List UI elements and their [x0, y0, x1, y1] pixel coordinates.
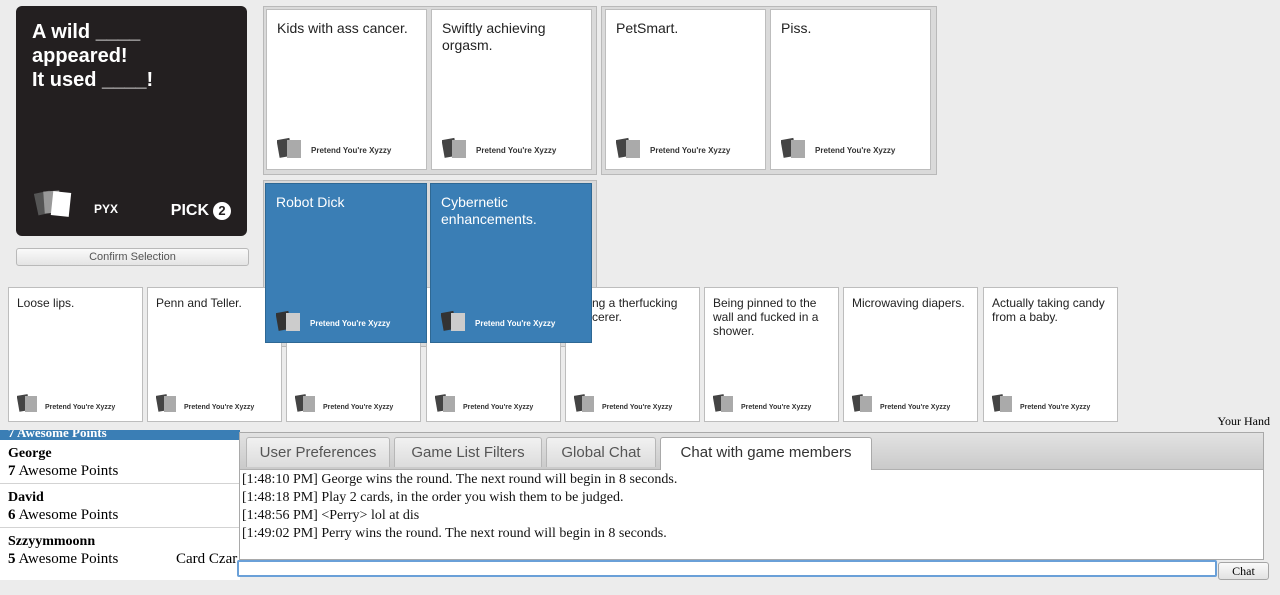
chat-send-button[interactable]: Chat — [1218, 562, 1269, 580]
card-brand: Pretend You're Xyzzy — [463, 404, 534, 411]
black-card: A wild ____ appeared! It used ____! PYX … — [16, 6, 247, 236]
player-status: Card Czar — [176, 551, 238, 567]
card-text: Penn and Teller. — [156, 296, 242, 310]
card-stack-icon — [442, 137, 466, 158]
card-text: ng a therfucking cerer. — [592, 296, 678, 324]
card-stack-icon — [441, 310, 465, 331]
points-label: Awesome Points — [18, 507, 119, 523]
black-card-line-2: It used ____! — [32, 69, 154, 91]
points-label: Awesome Points — [18, 463, 119, 479]
player-row: George 7 Awesome Points — [0, 440, 240, 484]
card-brand: Pretend You're Xyzzy — [880, 404, 951, 411]
card-brand: Pretend You're Xyzzy — [1020, 404, 1091, 411]
hand-card[interactable]: Penn and Teller. Pretend You're Xyzzy — [147, 287, 282, 422]
points-label: Awesome Points — [18, 551, 119, 567]
played-card[interactable]: Piss. Pretend You're Xyzzy — [770, 9, 931, 170]
tab-user-preferences[interactable]: User Preferences — [246, 437, 390, 467]
hand-card[interactable]: Loose lips. Pretend You're Xyzzy — [8, 287, 143, 422]
card-stack-icon — [992, 394, 1012, 412]
points-value: 6 — [8, 507, 16, 523]
card-stack-icon — [435, 394, 455, 412]
player-points: 6 Awesome Points — [8, 507, 118, 524]
played-card[interactable]: Kids with ass cancer. Pretend You're Xyz… — [266, 9, 427, 170]
player-name: David — [8, 490, 44, 505]
card-brand: Pretend You're Xyzzy — [650, 146, 731, 155]
card-text: Cybernetic enhancements. — [441, 194, 537, 227]
scoreboard-highlight-row: 7 Awesome Points — [0, 430, 240, 440]
your-hand-label: Your Hand — [1217, 414, 1270, 428]
selected-card[interactable]: Robot Dick Pretend You're Xyzzy — [265, 183, 427, 343]
card-text: Being pinned to the wall and fucked in a… — [713, 296, 819, 338]
confirm-selection-button[interactable]: Confirm Selection — [16, 248, 249, 266]
card-stack-icon — [295, 394, 315, 412]
card-stack-icon — [713, 394, 733, 412]
selected-card[interactable]: Cybernetic enhancements. Pretend You're … — [430, 183, 592, 343]
card-brand: Pretend You're Xyzzy — [741, 404, 812, 411]
card-text: Actually taking candy from a baby. — [992, 296, 1105, 324]
chat-log: [1:48:10 PM] George wins the round. The … — [242, 471, 1259, 543]
card-stack-icon — [616, 137, 640, 158]
card-text: Loose lips. — [17, 296, 75, 310]
played-card[interactable]: Swiftly achieving orgasm. Pretend You're… — [431, 9, 592, 170]
player-points: 5 Awesome Points — [8, 551, 118, 568]
pyx-logo-text: PYX — [94, 202, 119, 216]
chat-message: [1:48:10 PM] George wins the round. The … — [242, 472, 678, 487]
card-text: Piss. — [781, 20, 812, 36]
played-card[interactable]: PetSmart. Pretend You're Xyzzy — [605, 9, 766, 170]
player-row: David 6 Awesome Points — [0, 484, 240, 528]
card-brand: Pretend You're Xyzzy — [310, 319, 391, 328]
scoreboard: 7 Awesome Points George 7 Awesome Points… — [0, 430, 240, 580]
card-brand: Pretend You're Xyzzy — [476, 146, 557, 155]
player-name: George — [8, 446, 52, 461]
card-text: Robot Dick — [276, 194, 345, 210]
chat-message: [1:48:18 PM] Play 2 cards, in the order … — [242, 490, 624, 505]
tab-game-list-filters[interactable]: Game List Filters — [394, 437, 542, 467]
black-card-line-1: A wild ____ appeared! — [32, 21, 141, 67]
card-stack-icon — [574, 394, 594, 412]
hand-card[interactable]: Actually taking candy from a baby. Prete… — [983, 287, 1118, 422]
tab-chat-with-game-members[interactable]: Chat with game members — [660, 437, 872, 470]
tab-global-chat[interactable]: Global Chat — [546, 437, 656, 467]
hand-card[interactable]: Being pinned to the wall and fucked in a… — [704, 287, 839, 422]
points-value: 7 — [8, 463, 16, 479]
tab-panel: User Preferences Game List Filters Globa… — [239, 432, 1264, 560]
black-card-text: A wild ____ appeared! It used ____! — [32, 20, 237, 92]
tab-bar: User Preferences Game List Filters Globa… — [240, 433, 1263, 470]
card-stack-icon — [276, 310, 300, 331]
pick-label: PICK — [170, 202, 209, 219]
card-text: Microwaving diapers. — [852, 296, 965, 310]
card-text: Kids with ass cancer. — [277, 20, 408, 36]
card-brand: Pretend You're Xyzzy — [45, 404, 116, 411]
player-row: Szzyymmoonn 5 Awesome Points Card Czar — [0, 528, 240, 572]
card-text: PetSmart. — [616, 20, 679, 36]
card-stack-icon — [852, 394, 872, 412]
pick-count: 2 — [213, 202, 231, 220]
card-stack-icon — [277, 137, 301, 158]
card-brand: Pretend You're Xyzzy — [311, 146, 392, 155]
chat-input[interactable] — [237, 560, 1217, 577]
card-stack-icon — [17, 394, 37, 412]
points-value: 5 — [8, 551, 16, 567]
pick-indicator: PICK 2 — [171, 202, 231, 220]
player-points: 7 Awesome Points — [8, 463, 118, 480]
card-brand: Pretend You're Xyzzy — [323, 404, 394, 411]
card-brand: Pretend You're Xyzzy — [475, 319, 556, 328]
chat-message: [1:49:02 PM] Perry wins the round. The n… — [242, 526, 667, 541]
card-stack-icon — [781, 137, 805, 158]
card-brand: Pretend You're Xyzzy — [602, 404, 673, 411]
hand-card[interactable]: Microwaving diapers. Pretend You're Xyzz… — [843, 287, 978, 422]
card-stack-icon — [156, 394, 176, 412]
chat-message: [1:48:56 PM] <Perry> lol at dis — [242, 508, 420, 523]
card-brand: Pretend You're Xyzzy — [815, 146, 896, 155]
player-name: Szzyymmoonn — [8, 534, 96, 549]
card-brand: Pretend You're Xyzzy — [184, 404, 255, 411]
card-text: Swiftly achieving orgasm. — [442, 20, 546, 53]
